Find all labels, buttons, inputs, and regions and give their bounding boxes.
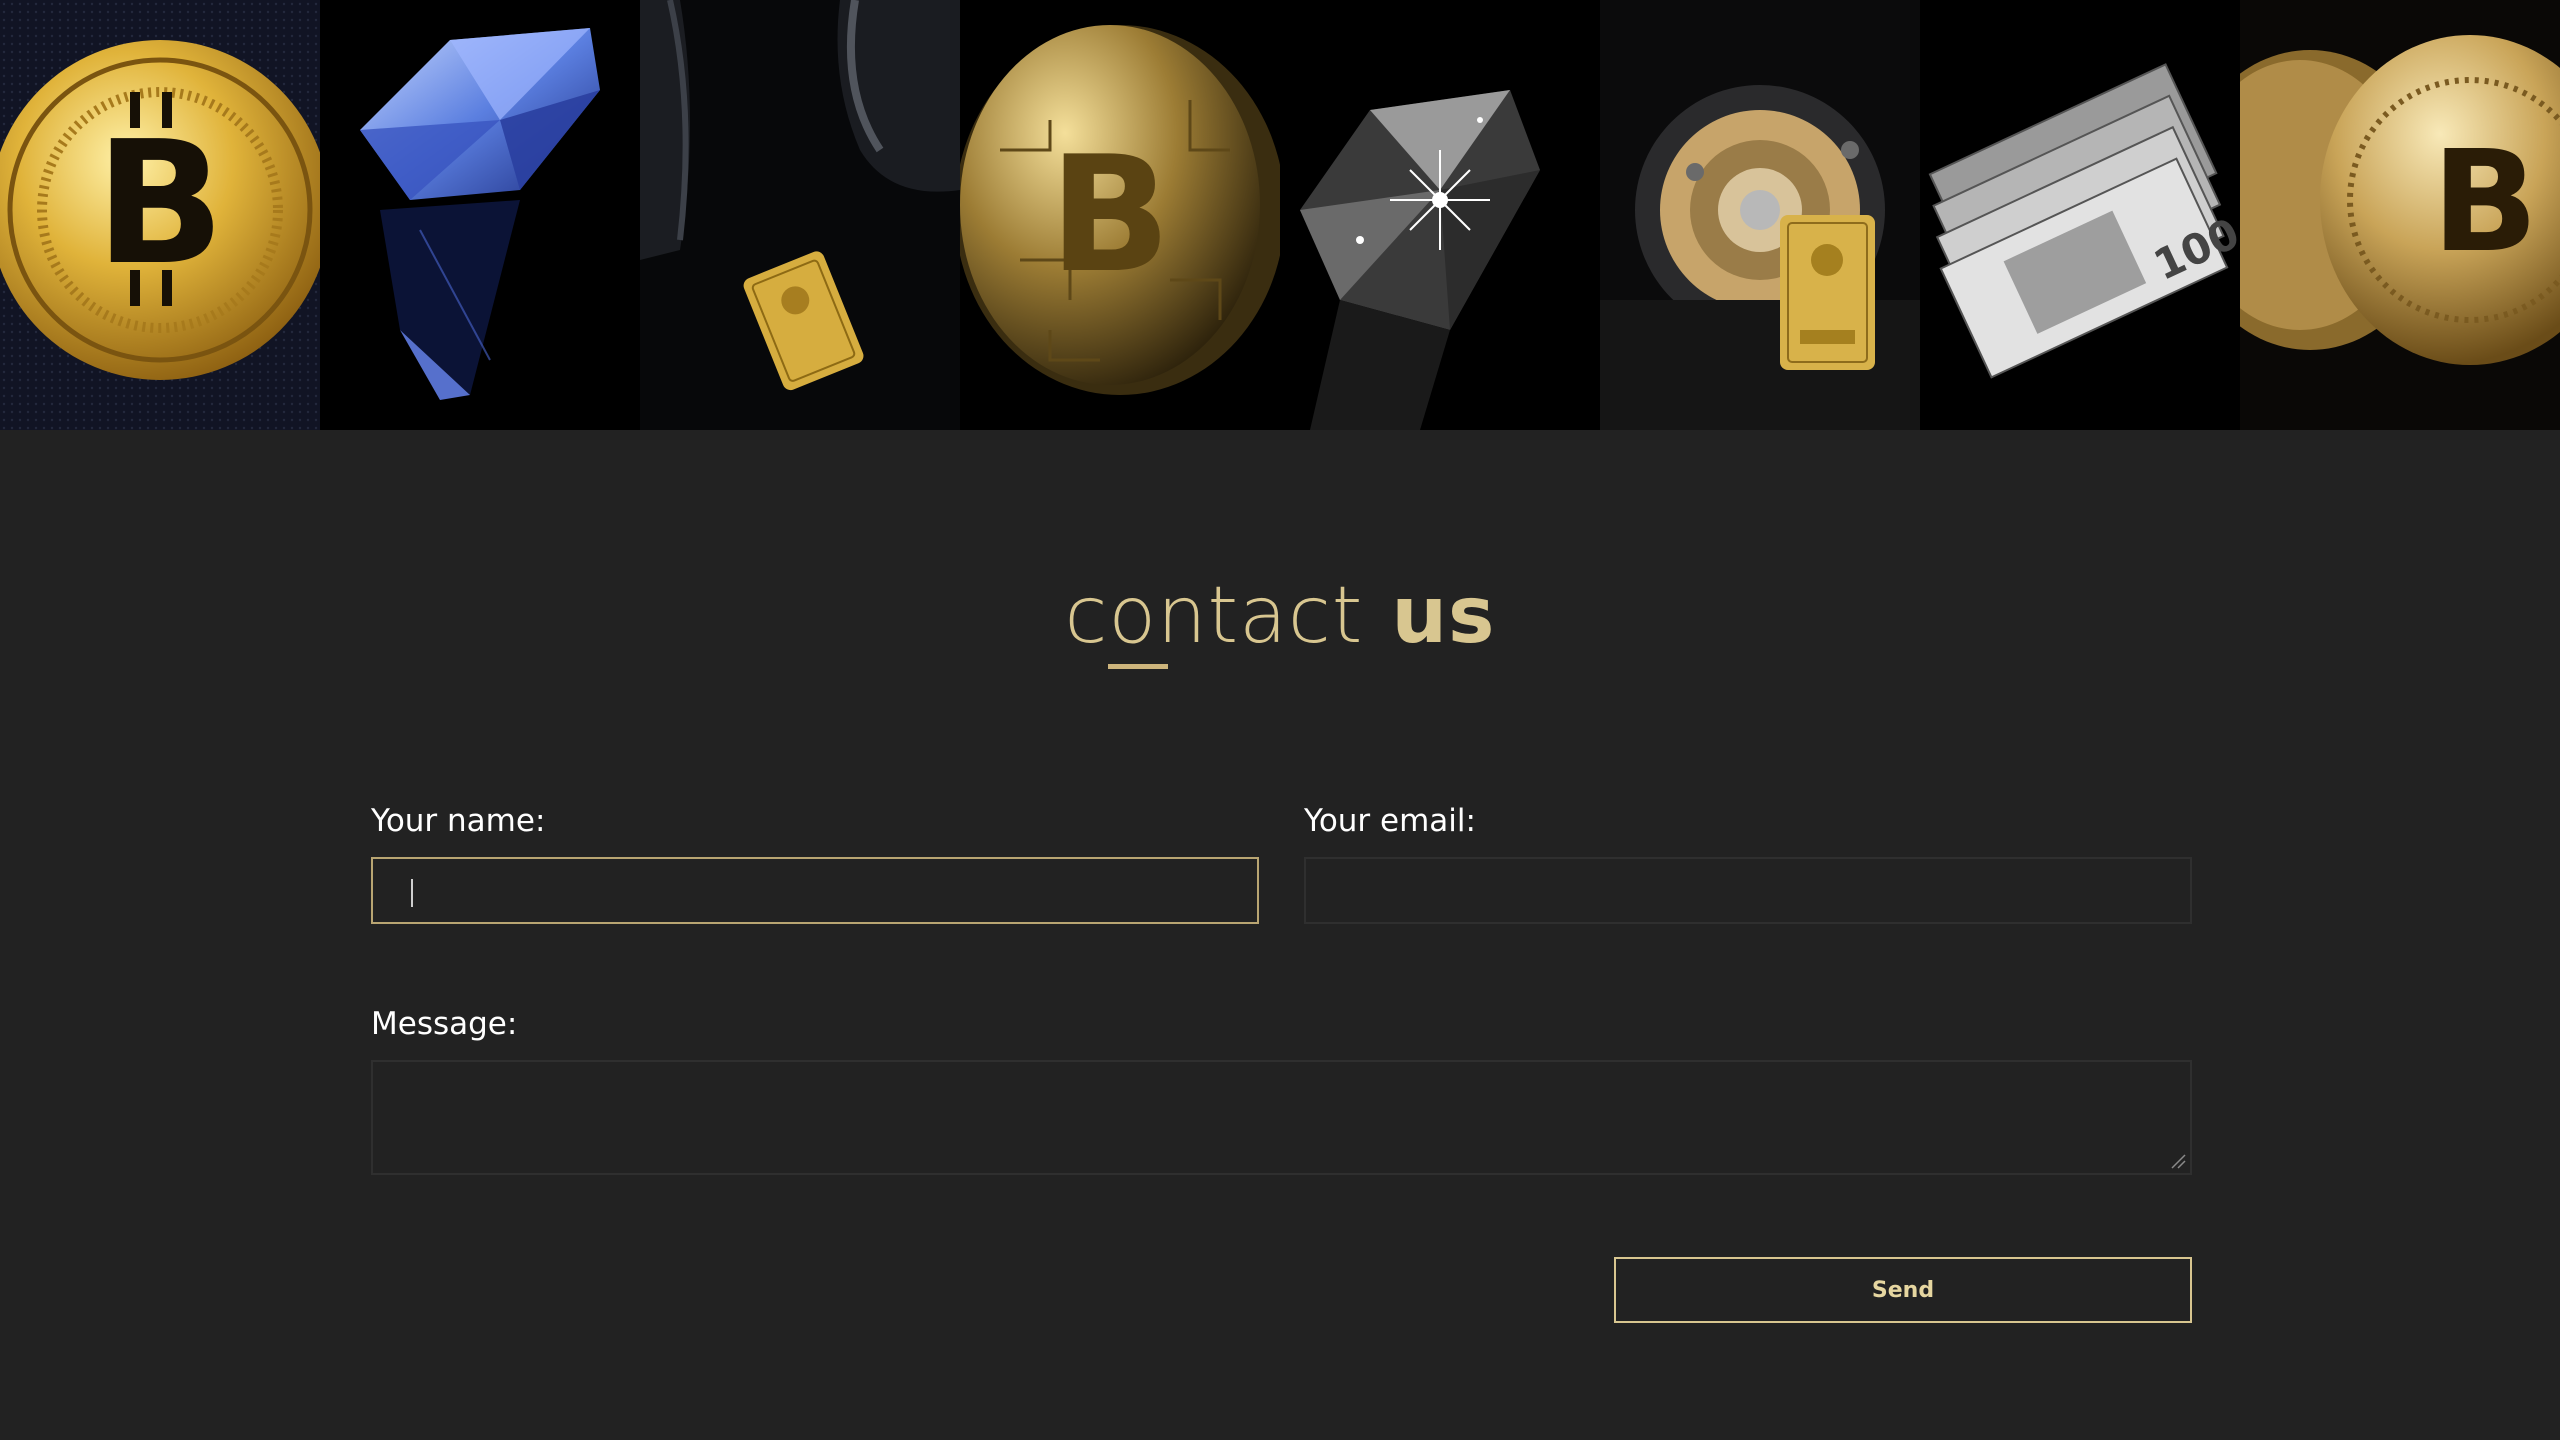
svg-text:B: B: [1049, 121, 1171, 308]
blue-diamond-image: [320, 0, 640, 430]
bitcoin-circuit-coin-image: B: [960, 0, 1280, 430]
title-underline: [1108, 664, 1168, 669]
svg-text:B: B: [2432, 121, 2539, 284]
text-caret: [411, 879, 413, 907]
contact-section: contact us Your name: Your email: Messag…: [0, 430, 2560, 1440]
bitcoin-coin-image: B: [0, 0, 320, 430]
bitcoin-coins-stack-image: B: [2240, 0, 2560, 430]
gold-bar-device-image: [1600, 0, 1920, 430]
name-label: Your name:: [371, 803, 546, 839]
title-bold-text: us: [1391, 571, 1496, 661]
clear-diamond-image: [1280, 0, 1600, 430]
send-button[interactable]: Send: [1614, 1257, 2192, 1323]
dollar-bills-image: 100: [1920, 0, 2240, 430]
email-input[interactable]: [1304, 857, 2192, 924]
gold-bar-headphones-image: [640, 0, 960, 430]
image-gallery-strip: B B 100 B: [0, 0, 2560, 430]
svg-text:B: B: [95, 105, 225, 303]
message-label: Message:: [371, 1006, 518, 1042]
name-input[interactable]: [371, 857, 1259, 924]
resize-handle-icon[interactable]: [2168, 1151, 2186, 1169]
page-title: contact us: [0, 571, 2560, 661]
message-textarea[interactable]: [371, 1060, 2192, 1175]
email-label: Your email:: [1304, 803, 1476, 839]
title-light-text: contact: [1064, 571, 1364, 661]
